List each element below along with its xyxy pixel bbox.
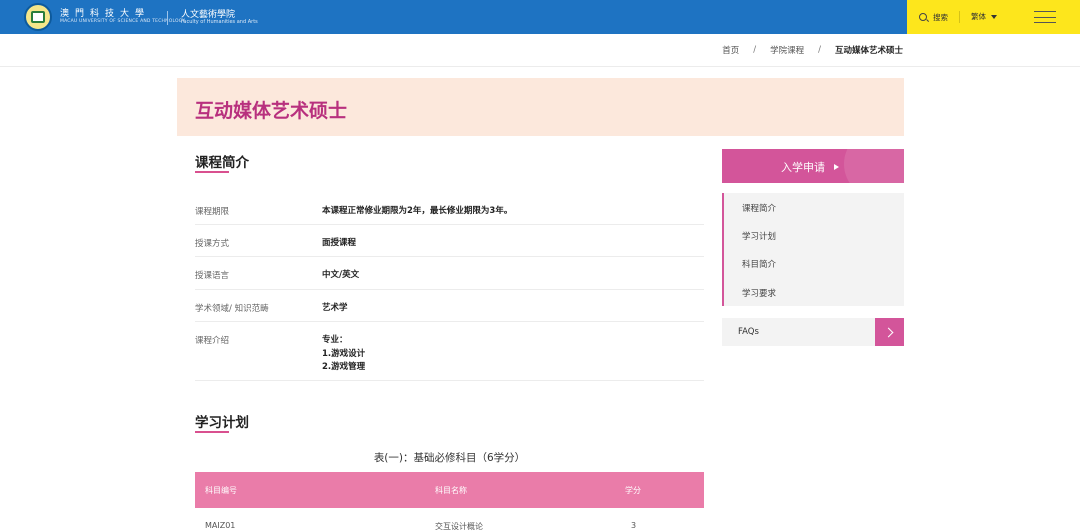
info-row: 授课方式 面授课程 <box>195 225 704 257</box>
info-key: 课程介绍 <box>195 336 230 346</box>
page-banner: 互动媒体艺术硕士 <box>177 78 904 136</box>
page-title: 互动媒体艺术硕士 <box>195 100 348 122</box>
table-caption: 表(一)：基础必修科目（6学分） <box>373 452 526 464</box>
section-underline <box>195 171 229 173</box>
cell-credit: 3 <box>631 521 637 530</box>
info-value: 本课程正常修业期限为2年，最长修业期限为3年。 <box>322 206 513 216</box>
column-header-code: 科目编号 <box>205 486 237 495</box>
language-label: 繁体 <box>971 12 986 21</box>
info-value-line: 专业： <box>322 335 348 345</box>
column-header-credit: 学分 <box>625 486 641 495</box>
table-row: MAIZ01 交互设计概论 3 <box>195 508 704 532</box>
info-value: 艺术学 <box>322 303 348 313</box>
info-value: 面授课程 <box>322 238 357 248</box>
subnav-item-requirements[interactable]: 学习要求 <box>742 287 776 299</box>
subnav-item-plan[interactable]: 学习计划 <box>742 230 776 242</box>
apply-button[interactable]: 入学申请 <box>722 149 904 183</box>
breadcrumb-separator: / <box>753 45 757 55</box>
chevron-down-icon <box>991 14 997 19</box>
language-selector[interactable]: 繁体 <box>971 11 997 22</box>
utility-divider <box>959 11 960 23</box>
subnav-item-courses[interactable]: 科目简介 <box>742 258 776 270</box>
faq-arrow-button[interactable] <box>875 318 904 346</box>
info-key: 授课方式 <box>195 239 230 249</box>
faq-link[interactable]: FAQs <box>722 318 904 346</box>
info-value: 中文/英文 <box>322 270 360 280</box>
section-title-intro: 课程简介 <box>195 155 249 171</box>
info-value-line: 1.游戏设计 <box>322 348 366 359</box>
subnav-item-intro[interactable]: 课程简介 <box>742 202 776 214</box>
search-label: 搜索 <box>933 12 948 22</box>
search-icon <box>919 13 927 21</box>
info-value-multiline: 专业： 1.游戏设计 2.游戏管理 <box>322 334 365 375</box>
section-underline <box>195 431 229 433</box>
faculty-name-en: Faculty of Humanities and Arts <box>181 19 258 25</box>
faq-label: FAQs <box>738 327 759 337</box>
table-header: 科目编号 科目名称 学分 <box>195 472 704 508</box>
info-key: 学术领域/ 知识范畴 <box>195 304 269 314</box>
breadcrumb-current: 互动媒体艺术硕士 <box>834 46 903 56</box>
logo-divider <box>167 11 168 25</box>
info-row: 授课语言 中文/英文 <box>195 257 704 290</box>
breadcrumb-home[interactable]: 首页 <box>722 44 739 56</box>
breadcrumb: 首页 / 学院课程 / 互动媒体艺术硕士 <box>722 44 903 56</box>
university-name-cn[interactable]: 澳門科技大學 <box>60 6 150 19</box>
search-button[interactable]: 搜索 <box>919 11 948 23</box>
chevron-right-icon <box>883 327 893 337</box>
section-subnav: 课程简介 学习计划 科目简介 学习要求 <box>722 193 904 306</box>
apply-label: 入学申请 <box>781 161 825 174</box>
section-title-plan: 学习计划 <box>195 415 249 431</box>
column-header-name: 科目名称 <box>435 486 467 495</box>
info-key: 授课语言 <box>195 271 230 281</box>
info-key: 课程期限 <box>195 207 230 217</box>
info-value-line: 2.游戏管理 <box>322 362 366 372</box>
cell-name: 交互设计概论 <box>435 522 483 531</box>
play-arrow-icon <box>834 164 839 170</box>
info-row: 课程介绍 专业： 1.游戏设计 2.游戏管理 <box>195 322 704 381</box>
cell-code: MAIZ01 <box>205 521 236 530</box>
hamburger-menu-icon[interactable] <box>1034 11 1056 23</box>
university-seal-icon[interactable] <box>24 3 52 31</box>
decorative-shape <box>844 149 904 183</box>
breadcrumb-separator: / <box>818 45 821 55</box>
breadcrumb-programs[interactable]: 学院课程 <box>770 44 804 56</box>
info-row: 课程期限 本课程正常修业期限为2年，最长修业期限为3年。 <box>195 193 704 225</box>
info-row: 学术领域/ 知识范畴 艺术学 <box>195 290 704 322</box>
breadcrumb-bar <box>0 34 1080 67</box>
